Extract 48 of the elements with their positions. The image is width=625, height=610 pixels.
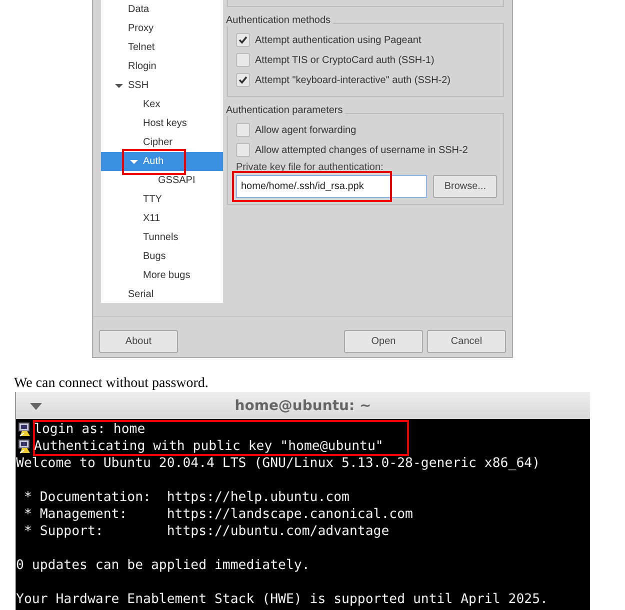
computer-icon	[18, 438, 32, 454]
group-title: Authentication methods	[226, 15, 333, 26]
highlight-frame: Auth	[124, 150, 184, 172]
terminal-line: 0 updates can be applied immediately.	[16, 557, 310, 574]
terminal-line: login as: home	[34, 421, 146, 438]
tree-item[interactable]: Cipher	[101, 133, 223, 152]
dialog-button[interactable]: Cancel	[427, 330, 506, 353]
checkbox[interactable]	[236, 33, 250, 47]
tree-item[interactable]: Host keys	[101, 114, 223, 133]
tree-item[interactable]: SSH	[101, 76, 223, 95]
tree-item[interactable]: Proxy	[101, 19, 223, 38]
caption-text: We can connect without password.	[14, 376, 210, 392]
checkbox-option[interactable]: Attempt authentication using Pageant	[236, 30, 497, 50]
tree-item[interactable]: Rlogin	[101, 57, 223, 76]
terminal-line: Welcome to Ubuntu 20.04.4 LTS (GNU/Linux 5.13.0-28-generic x86_64)	[16, 455, 540, 472]
checkbox-option[interactable]: Attempt "keyboard-interactive" auth (SSH-2)	[236, 70, 497, 90]
about-button[interactable]: About	[99, 330, 178, 353]
window-title: home@ubuntu: ~	[234, 398, 372, 414]
checkbox[interactable]	[236, 73, 250, 87]
tree-item[interactable]: Kex	[101, 95, 223, 114]
tree-item[interactable]: Tunnels	[101, 228, 223, 247]
dialog-button[interactable]: Open	[344, 330, 423, 353]
tree-item[interactable]: Data	[101, 0, 223, 19]
browse-button[interactable]: Browse...	[433, 175, 497, 198]
expand-arrow-icon[interactable]	[130, 158, 138, 166]
checkbox-option[interactable]: Attempt TIS or CryptoCard auth (SSH-1)	[236, 50, 497, 70]
checkbox[interactable]	[236, 123, 250, 137]
terminal-line: * Documentation: https://help.ubuntu.com	[22, 489, 350, 506]
checkbox[interactable]	[236, 53, 250, 67]
terminal-line: Your Hardware Enablement Stack (HWE) is supported until April 2025.	[16, 591, 548, 608]
terminal-line: * Support: https://ubuntu.com/advantage	[22, 523, 390, 540]
checkbox-option[interactable]: Allow agent forwarding	[236, 120, 497, 140]
terminal-line: * Management: https://landscape.canonical.com	[22, 506, 413, 523]
tree-item[interactable]: Serial	[101, 285, 223, 304]
tree-item[interactable]: X11	[101, 209, 223, 228]
expand-arrow-icon[interactable]	[115, 82, 123, 90]
field-label: Private key file for authentication:	[236, 162, 384, 173]
computer-icon	[18, 422, 32, 438]
tree-item[interactable]: Telnet	[101, 38, 223, 57]
tree-item[interactable]: GSSAPI	[101, 171, 223, 190]
tree-item[interactable]: TTY	[101, 190, 223, 209]
tree-item[interactable]: Bugs	[101, 247, 223, 266]
menu-arrow-icon[interactable]	[30, 403, 42, 410]
tree-item[interactable]: More bugs	[101, 266, 223, 285]
key-file-field[interactable]: home/home/.ssh/id_rsa.ppk	[236, 175, 428, 198]
checkbox-option[interactable]: Allow attempted changes of username in SSH-2	[236, 140, 497, 160]
checkbox[interactable]	[236, 143, 250, 157]
group-title: Authentication parameters	[226, 105, 345, 116]
